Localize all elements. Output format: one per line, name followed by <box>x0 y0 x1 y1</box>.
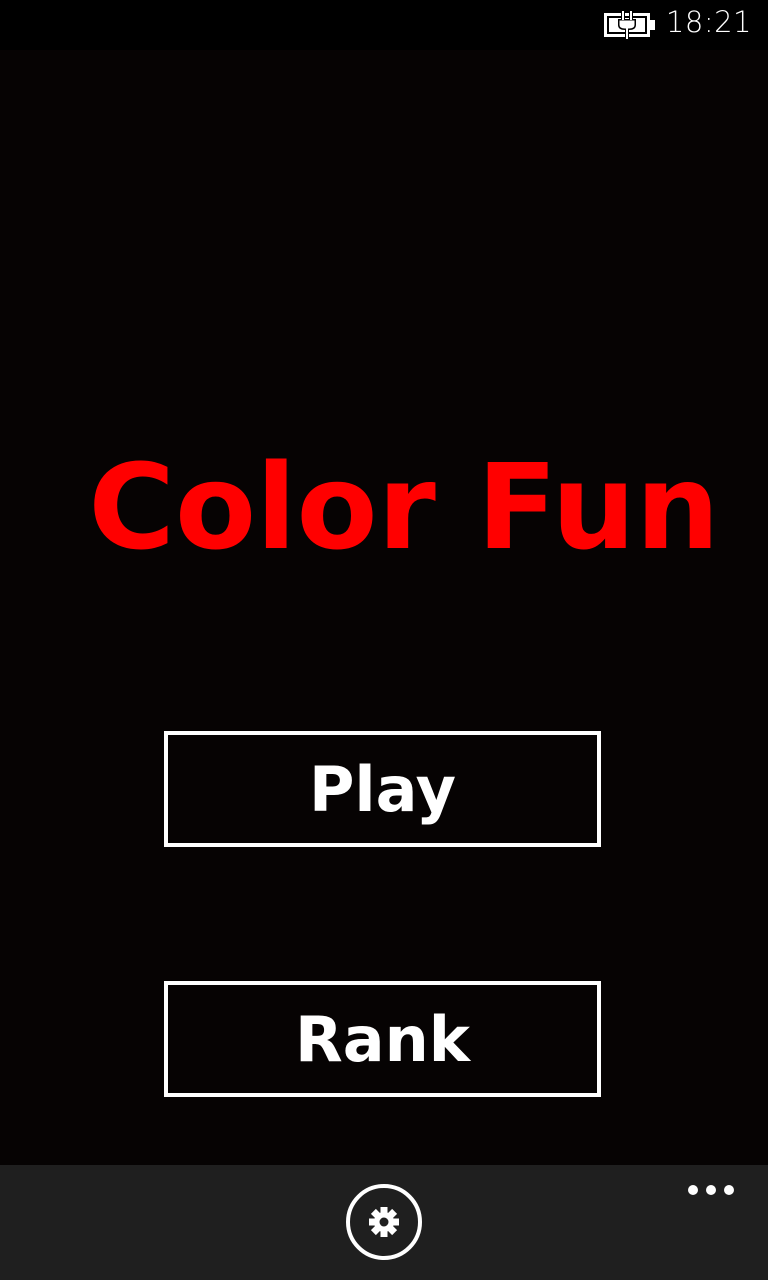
clock: 18:21 <box>665 5 752 39</box>
rank-button[interactable]: Rank <box>164 981 601 1097</box>
app-bar <box>0 1165 768 1280</box>
more-options-button[interactable] <box>688 1183 734 1197</box>
screen: 18:21 Color Fun Play Rank <box>0 0 768 1280</box>
ellipsis-icon <box>706 1185 716 1195</box>
settings-button[interactable] <box>346 1184 422 1260</box>
play-button[interactable]: Play <box>164 731 601 847</box>
battery-charging-icon <box>604 11 656 39</box>
ellipsis-icon <box>724 1185 734 1195</box>
ellipsis-icon <box>688 1185 698 1195</box>
gear-icon <box>367 1205 401 1239</box>
app-title: Color Fun <box>88 438 720 576</box>
status-bar: 18:21 <box>0 0 768 50</box>
